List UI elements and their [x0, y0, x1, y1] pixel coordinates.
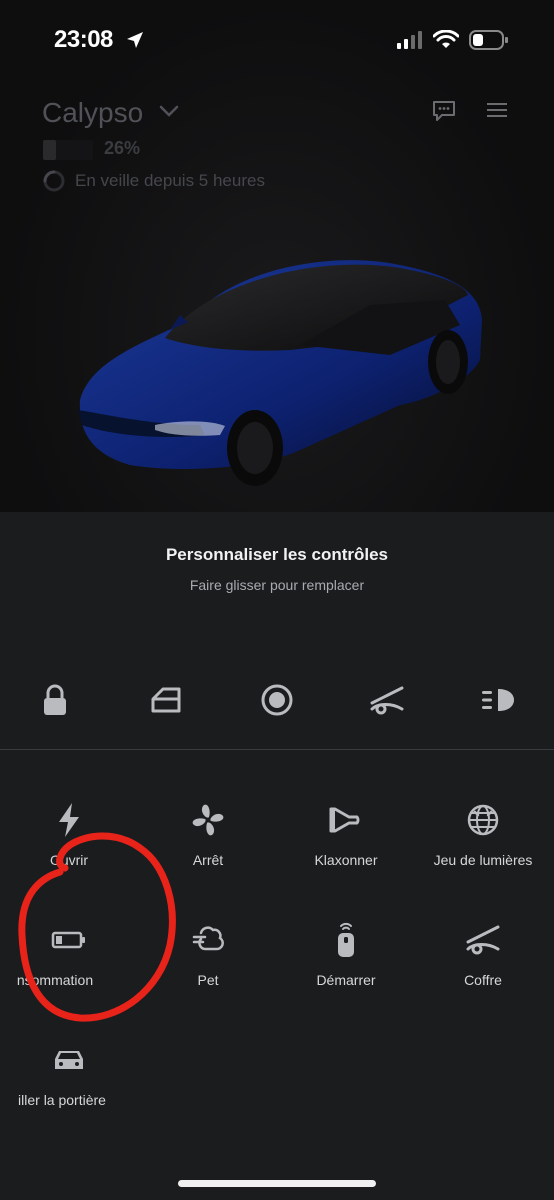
phone-battery-icon — [469, 30, 508, 50]
favorite-slot-record[interactable] — [257, 680, 297, 720]
control-label: Coffre — [464, 972, 502, 988]
control-trunk[interactable]: Coffre — [414, 920, 552, 1030]
message-icon[interactable] — [431, 99, 457, 123]
control-light-show[interactable]: Jeu de lumières — [414, 800, 552, 910]
control-start[interactable]: Démarrer — [277, 920, 415, 1030]
control-fart[interactable]: Pet — [139, 920, 277, 1030]
customize-subtitle: Faire glisser pour remplacer — [189, 577, 365, 593]
control-consumption[interactable]: nsommation — [0, 920, 138, 1030]
trunk-icon — [466, 925, 500, 955]
favorite-slot-headlights[interactable] — [478, 680, 518, 720]
car-image — [78, 260, 482, 486]
car-battery-fill — [43, 140, 56, 160]
car-lock-icon — [55, 1051, 83, 1069]
control-label: Pet — [197, 972, 219, 988]
control-label: nsommation — [16, 972, 94, 988]
menu-icon[interactable] — [486, 101, 508, 119]
horn-icon — [329, 807, 360, 833]
car-battery-percent: 26% — [104, 138, 141, 158]
car-battery-bar — [43, 140, 93, 160]
home-indicator[interactable] — [178, 1180, 376, 1187]
light-show-icon — [467, 804, 499, 836]
key-fob-icon — [338, 922, 354, 957]
status-bar: 23:08 — [0, 0, 554, 82]
lightning-icon — [59, 803, 79, 837]
favorite-slot-lock[interactable] — [35, 680, 75, 720]
headlights-icon — [482, 689, 514, 711]
cellular-signal-icon — [397, 31, 422, 49]
control-door-lock[interactable]: iller la portière — [0, 1040, 138, 1150]
favorite-slot-door[interactable] — [146, 680, 186, 720]
fan-icon — [192, 804, 224, 836]
standby-spinner-icon — [43, 170, 65, 192]
control-label: Jeu de lumières — [433, 852, 533, 868]
control-label: Klaxonner — [314, 852, 378, 868]
battery-icon — [51, 931, 85, 949]
control-label: Démarrer — [316, 972, 376, 988]
section-divider — [0, 749, 554, 750]
fart-icon — [192, 926, 224, 951]
control-honk[interactable]: Klaxonner — [277, 800, 415, 910]
car-name[interactable]: Calypso — [42, 97, 143, 129]
wifi-icon — [433, 30, 459, 48]
location-arrow-icon — [127, 32, 143, 48]
customize-title: Personnaliser les contrôles — [165, 545, 389, 564]
door-icon — [151, 687, 181, 713]
car-hero: 23:08 Calypso 26% En veille depuis 5 heu… — [0, 0, 554, 512]
control-label: Arrêt — [192, 852, 224, 868]
trunk-icon — [370, 686, 404, 715]
control-unlock[interactable]: Ouvrir — [0, 800, 138, 910]
status-time: 23:08 — [54, 26, 113, 53]
control-label: iller la portière — [18, 1092, 106, 1108]
lock-icon — [44, 684, 66, 715]
record-icon — [261, 684, 293, 716]
standby-status: En veille depuis 5 heures — [75, 171, 265, 190]
control-label: Ouvrir — [49, 852, 89, 868]
favorite-slot-trunk[interactable] — [367, 680, 407, 720]
chevron-down-icon[interactable] — [158, 103, 180, 119]
control-stop[interactable]: Arrêt — [139, 800, 277, 910]
